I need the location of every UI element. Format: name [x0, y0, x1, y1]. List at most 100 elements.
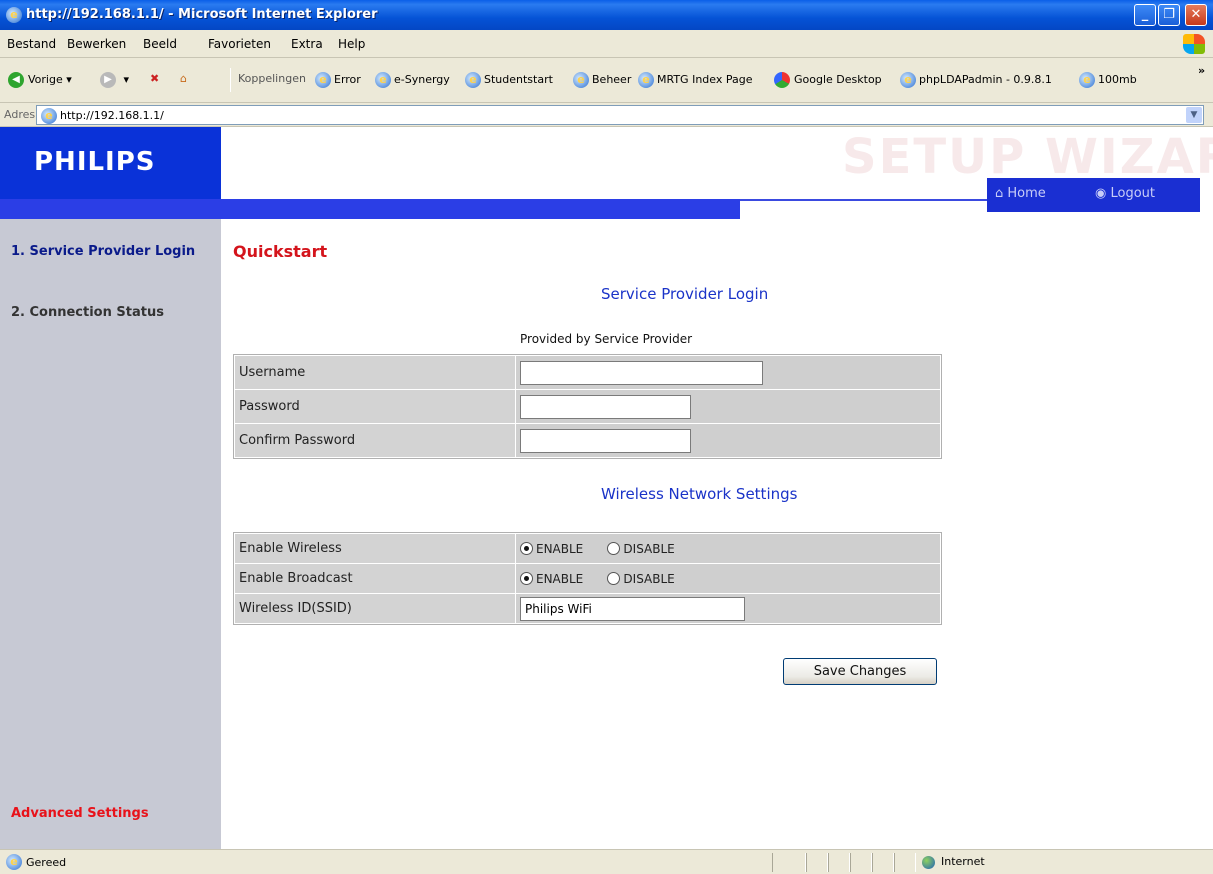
- windows-logo-icon: [1183, 34, 1205, 54]
- link-error[interactable]: e Error: [315, 72, 361, 88]
- status-text: Gereed: [26, 856, 67, 869]
- logout-link[interactable]: ◉ Logout: [1095, 186, 1155, 201]
- home-link[interactable]: ⌂ Home: [995, 186, 1046, 201]
- link-label: e-Synergy: [394, 73, 450, 86]
- provided-by-label: Provided by Service Provider: [520, 332, 693, 346]
- window-title-bar: e http://192.168.1.1/ - Microsoft Intern…: [0, 0, 1213, 30]
- philips-logo-box: PHILIPS: [0, 127, 221, 199]
- maximize-button[interactable]: ❐: [1158, 4, 1180, 26]
- table-row: Confirm Password: [235, 424, 940, 457]
- security-zone: Internet: [922, 855, 985, 869]
- status-panel: [828, 853, 850, 872]
- enable-wireless-disable-radio[interactable]: [607, 542, 621, 555]
- internet-explorer-icon: e: [6, 7, 22, 23]
- link-google-desktop[interactable]: Google Desktop: [774, 72, 882, 88]
- status-panel: [872, 853, 894, 872]
- ie-page-icon: e: [638, 72, 654, 88]
- enable-broadcast-label: Enable Broadcast: [235, 564, 515, 593]
- close-button[interactable]: ✕: [1185, 4, 1207, 26]
- stop-icon[interactable]: ✖: [150, 72, 159, 85]
- ie-page-icon: e: [465, 72, 481, 88]
- menu-help[interactable]: Help: [338, 37, 365, 51]
- ie-page-icon: e: [6, 854, 22, 870]
- setup-wizard-title: SETUP WIZARD: [842, 129, 1213, 185]
- sidebar: 1. Service Provider Login 2. Connection …: [0, 219, 221, 849]
- enable-broadcast-cell: ENABLE DISABLE: [516, 564, 940, 593]
- toolbar-separator: [230, 68, 231, 92]
- confirm-password-cell: [516, 424, 940, 457]
- ssid-label: Wireless ID(SSID): [235, 594, 515, 623]
- radio-label: ENABLE: [536, 541, 584, 556]
- status-panel: [772, 853, 806, 872]
- table-row: Enable Broadcast ENABLE DISABLE: [235, 564, 940, 593]
- service-provider-login-title: Service Provider Login: [601, 285, 769, 303]
- menu-favorieten[interactable]: Favorieten: [208, 37, 271, 51]
- link-beheer[interactable]: e Beheer: [573, 72, 631, 88]
- table-row: Enable Wireless ENABLE DISABLE: [235, 534, 940, 563]
- link-studentstart[interactable]: e Studentstart: [465, 72, 553, 88]
- enable-wireless-cell: ENABLE DISABLE: [516, 534, 940, 563]
- window-title: http://192.168.1.1/ - Microsoft Internet…: [26, 7, 378, 22]
- login-table: Username Password Confirm Password: [233, 354, 942, 459]
- link-mrtg[interactable]: e MRTG Index Page: [638, 72, 752, 88]
- chevron-more-icon[interactable]: »: [1198, 64, 1205, 77]
- forward-arrow-icon: ▶: [100, 72, 116, 88]
- save-changes-button[interactable]: Save Changes: [783, 658, 937, 685]
- enable-broadcast-enable-radio[interactable]: [520, 572, 533, 585]
- ie-page-icon: e: [573, 72, 589, 88]
- logout-icon: ◉: [1095, 186, 1107, 201]
- link-label: Google Desktop: [794, 73, 882, 86]
- status-panel: [806, 853, 828, 872]
- link-label: phpLDAPadmin - 0.9.8.1: [919, 73, 1052, 86]
- password-input[interactable]: [520, 394, 691, 419]
- table-row: Username: [235, 356, 940, 389]
- link-phpldapadmin[interactable]: e phpLDAPadmin - 0.9.8.1: [900, 72, 1052, 88]
- table-row: Password: [235, 390, 940, 423]
- radio-label: ENABLE: [536, 571, 584, 586]
- logout-label: Logout: [1110, 186, 1155, 201]
- minimize-button[interactable]: _: [1134, 4, 1156, 26]
- home-label: Home: [1007, 186, 1046, 201]
- menu-bestand[interactable]: Bestand: [7, 37, 56, 51]
- address-bar: Adres e http://192.168.1.1/ ▼: [0, 103, 1213, 127]
- page-title: Quickstart: [233, 242, 328, 261]
- forward-button[interactable]: ▶ ▾: [100, 72, 129, 88]
- status-panel: [894, 853, 916, 872]
- ssid-input[interactable]: [520, 596, 745, 621]
- sidebar-item-service-provider-login[interactable]: 1. Service Provider Login: [11, 244, 211, 260]
- link-label: 100mb: [1098, 73, 1137, 86]
- address-url: http://192.168.1.1/: [60, 109, 164, 122]
- enable-wireless-label: Enable Wireless: [235, 534, 515, 563]
- link-100mb[interactable]: e 100mb: [1079, 72, 1137, 88]
- menu-beeld[interactable]: Beeld: [143, 37, 177, 51]
- router-page: PHILIPS SETUP WIZARD ⌂ Home ◉ Logout 1. …: [0, 127, 1213, 849]
- header-blue-bar: [0, 199, 740, 219]
- link-label: MRTG Index Page: [657, 73, 753, 86]
- menu-bewerken[interactable]: Bewerken: [67, 37, 126, 51]
- chevron-down-icon[interactable]: ▼: [1186, 107, 1202, 123]
- username-input[interactable]: [520, 360, 763, 385]
- address-label: Adres: [4, 108, 36, 121]
- enable-broadcast-disable-radio[interactable]: [607, 572, 621, 585]
- links-label: Koppelingen: [238, 72, 306, 85]
- wireless-settings-title: Wireless Network Settings: [601, 485, 798, 503]
- sidebar-item-advanced-settings[interactable]: Advanced Settings: [11, 806, 149, 822]
- link-esynergy[interactable]: e e-Synergy: [375, 72, 450, 88]
- link-label: Error: [334, 73, 361, 86]
- menu-extra[interactable]: Extra: [291, 37, 323, 51]
- home-icon: ⌂: [995, 186, 1004, 201]
- back-label: Vorige: [28, 73, 63, 86]
- username-label: Username: [235, 356, 515, 389]
- wireless-table: Enable Wireless ENABLE DISABLE Enable Br…: [233, 532, 942, 625]
- toolbar: ◀ Vorige ▾ ▶ ▾ ✖ ⌂ Koppelingen e Error e e-…: [0, 58, 1213, 103]
- philips-logo: PHILIPS: [34, 147, 156, 177]
- table-row: Wireless ID(SSID): [235, 594, 940, 623]
- ssid-cell: [516, 594, 940, 623]
- radio-label: DISABLE: [623, 571, 675, 586]
- enable-wireless-enable-radio[interactable]: [520, 542, 533, 555]
- home-icon[interactable]: ⌂: [180, 72, 187, 85]
- confirm-password-input[interactable]: [520, 428, 691, 453]
- sidebar-item-connection-status[interactable]: 2. Connection Status: [11, 305, 164, 321]
- address-input[interactable]: e http://192.168.1.1/ ▼: [36, 105, 1204, 125]
- back-button[interactable]: ◀ Vorige ▾: [8, 72, 72, 88]
